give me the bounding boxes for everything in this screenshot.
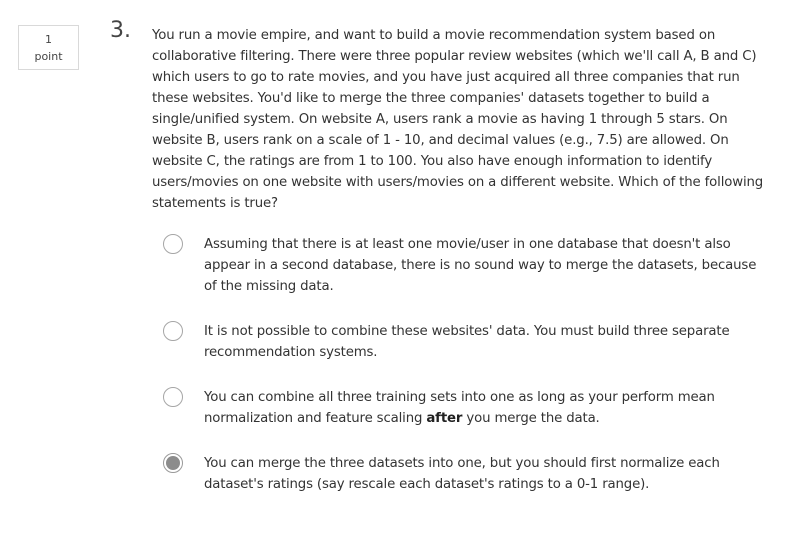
answer-option-1[interactable]: Assuming that there is at least one movi…: [163, 234, 763, 297]
answer-option-3-text: You can combine all three training sets …: [204, 387, 763, 429]
radio-button-3[interactable]: [163, 387, 183, 407]
radio-button-1[interactable]: [163, 234, 183, 254]
radio-button-4[interactable]: [163, 453, 183, 473]
answer-option-2[interactable]: It is not possible to combine these webs…: [163, 321, 763, 363]
question-number: 3.: [110, 18, 131, 43]
points-label: point: [34, 50, 63, 63]
radio-button-2[interactable]: [163, 321, 183, 341]
points-value: 1: [45, 33, 52, 46]
points-badge: 1 point: [18, 25, 79, 70]
answer-option-3-text-end: you merge the data.: [462, 411, 600, 426]
answer-option-3-emphasis: after: [426, 411, 463, 426]
answer-option-4[interactable]: You can merge the three datasets into on…: [163, 453, 763, 495]
answer-option-4-text: You can merge the three datasets into on…: [204, 456, 720, 492]
answer-option-3[interactable]: You can combine all three training sets …: [163, 387, 763, 429]
answer-option-1-text: Assuming that there is at least one movi…: [204, 237, 757, 294]
question-text: You run a movie empire, and want to buil…: [152, 28, 764, 211]
answer-option-2-text: It is not possible to combine these webs…: [204, 324, 730, 360]
